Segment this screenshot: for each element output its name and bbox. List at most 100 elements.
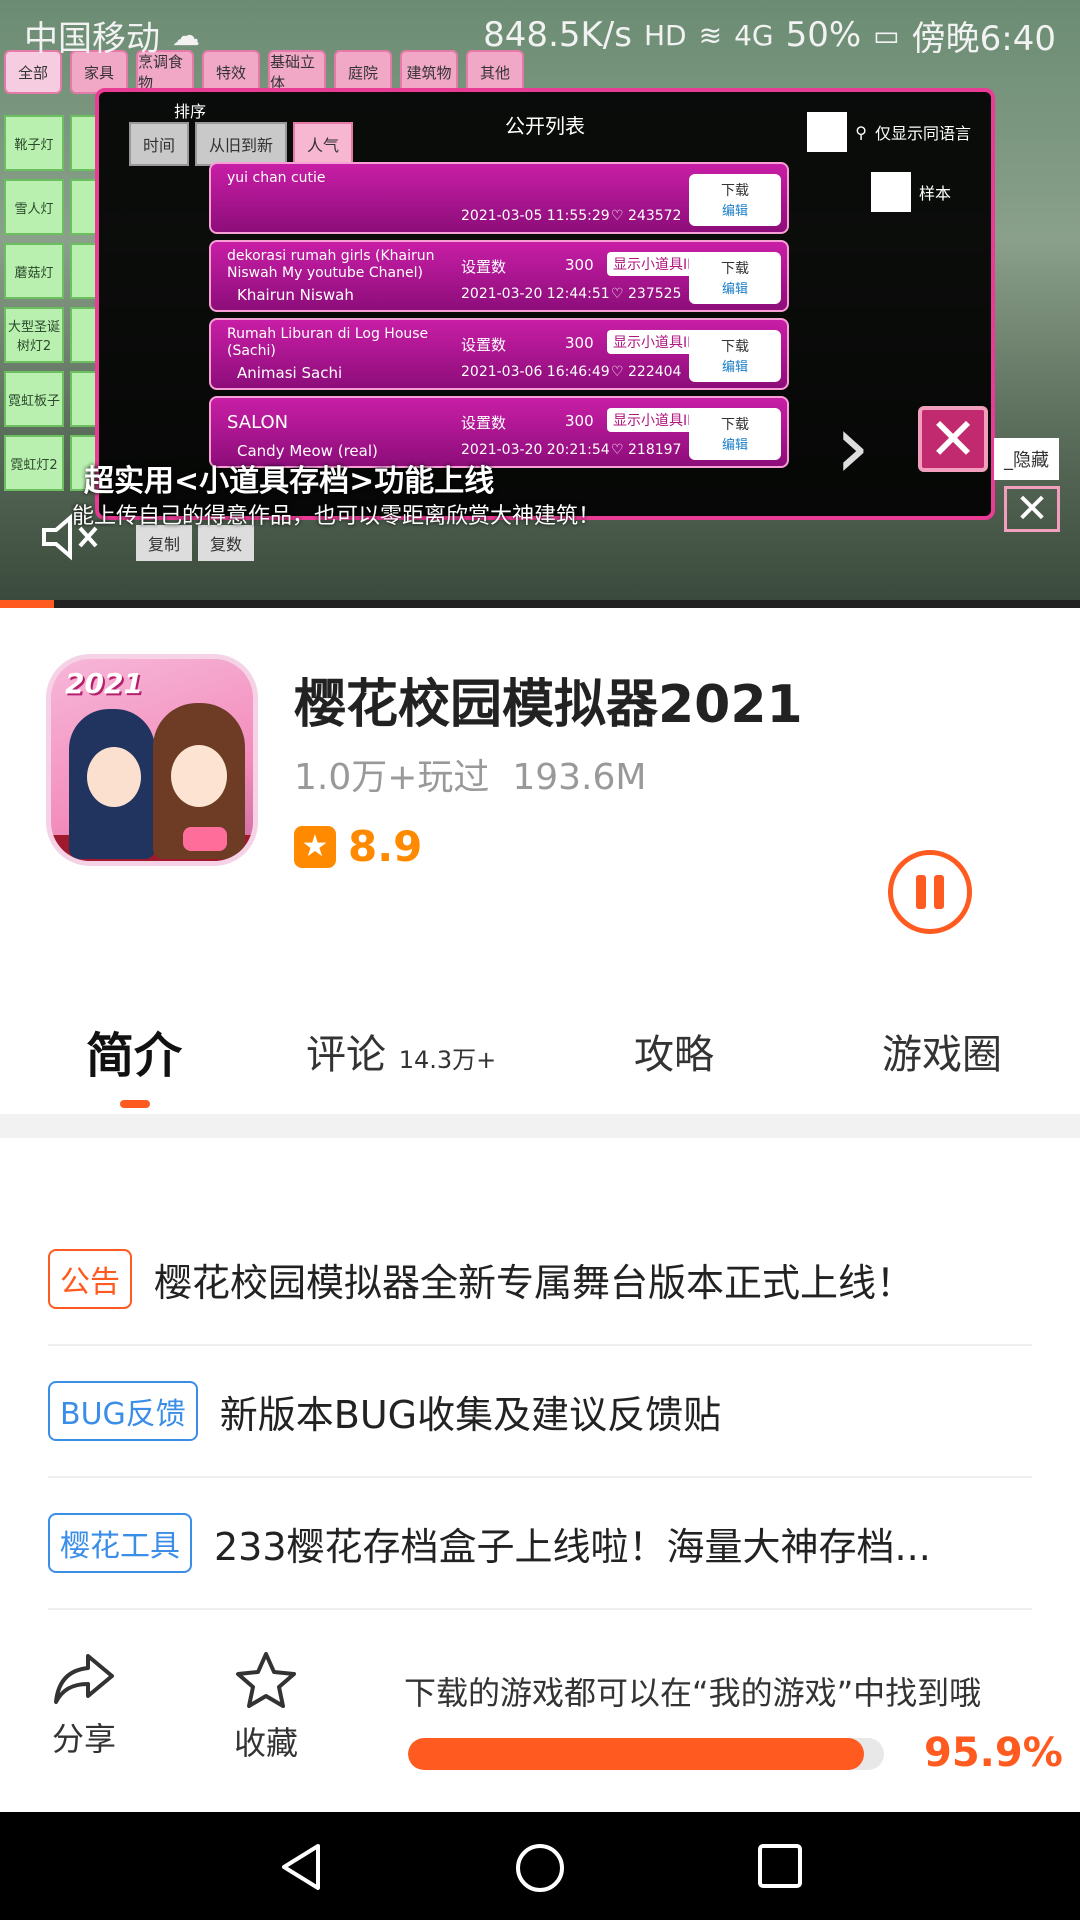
mute-icon[interactable]: [40, 512, 106, 566]
share-icon: [54, 1654, 114, 1704]
save-likes: ♡ 218197: [611, 442, 682, 458]
rating-score: 8.9: [348, 822, 423, 871]
download-progress-fill: [408, 1738, 865, 1770]
wifi-icon: ≋: [698, 18, 723, 52]
game-side-item: 靴子灯: [4, 115, 64, 171]
checkbox-icon: [870, 172, 911, 212]
recents-icon[interactable]: [756, 1842, 804, 1890]
chevron-right-icon: ›: [835, 395, 871, 498]
share-button[interactable]: 分享: [52, 1650, 116, 1760]
download-button: 下载 编辑: [689, 252, 781, 304]
announcement-item[interactable]: 樱花工具 233樱花存档盒子上线啦！海量大神存档...: [48, 1478, 1032, 1610]
download-percent: 95.9%: [924, 1730, 1063, 1776]
search-icon: ⚲: [855, 122, 867, 142]
cloud-icon: ☁: [172, 18, 200, 52]
app-size: 193.6M: [512, 757, 647, 798]
setting-count: 300: [565, 334, 594, 352]
download-label: 下载: [721, 339, 749, 355]
game-side-item: 大型圣诞树灯2: [4, 307, 64, 363]
setting-count-label: 设置数: [461, 336, 507, 354]
video-progress-bar[interactable]: [0, 600, 1080, 608]
favorite-label: 收藏: [234, 1724, 299, 1762]
tab-comments[interactable]: 评论 14.3万+: [306, 1022, 496, 1080]
video-progress-fill: [0, 600, 54, 608]
save-name: dekorasi rumah girls (Khairun Niswah My …: [227, 248, 435, 281]
save-likes: ♡ 222404: [611, 364, 682, 380]
tab-guides[interactable]: 攻略: [634, 1022, 714, 1080]
announcement-tag: 公告: [48, 1249, 132, 1309]
pause-download-button[interactable]: [888, 850, 972, 934]
save-author: Khairun Niswah: [237, 286, 354, 304]
play-count: 1.0万+玩过: [294, 757, 490, 798]
edit-label: 编辑: [721, 204, 748, 219]
video-player[interactable]: 中国移动 ☁ 848.5K/s HD ≋ 4G 50% ▭ 傍晚6:40 全部 …: [0, 0, 1080, 600]
tab-label: 游戏圈: [882, 1032, 1002, 1078]
announcement-text: 233樱花存档盒子上线啦！海量大神存档...: [214, 1524, 931, 1569]
edit-label: 编辑: [721, 360, 748, 375]
close-icon: ✕: [918, 405, 988, 473]
app-icon-art: [171, 745, 227, 807]
download-button: 下载 编辑: [689, 330, 781, 382]
announcement-tag: BUG反馈: [48, 1381, 198, 1441]
download-button: 下载 编辑: [689, 174, 781, 226]
tab-label: 简介: [86, 1028, 183, 1084]
save-date: 2021-03-05 11:55:29: [461, 208, 610, 224]
likes-count: 222404: [628, 364, 682, 380]
battery-level: 50%: [785, 15, 862, 55]
save-author: Animasi Sachi: [237, 364, 343, 382]
announcement-text: 樱花校园模拟器全新专属舞台版本正式上线！: [154, 1260, 915, 1305]
save-name: yui chan cutie: [227, 170, 326, 186]
section-divider: [0, 1114, 1080, 1138]
hd-icon: HD: [643, 18, 687, 52]
app-icon-art: [183, 827, 227, 851]
home-icon[interactable]: [514, 1842, 566, 1894]
app-icon-art: [87, 747, 141, 807]
edit-label: 编辑: [721, 282, 748, 297]
game-side-item: 霓虹灯2: [4, 435, 64, 491]
save-date: 2021-03-06 16:46:49: [461, 364, 610, 380]
comment-count: 14.3万+: [398, 1046, 497, 1074]
announcement-item[interactable]: BUG反馈 新版本BUG收集及建议反馈贴: [48, 1346, 1032, 1478]
back-icon[interactable]: [276, 1842, 326, 1892]
download-button: 下载 编辑: [689, 408, 781, 460]
app-name: 樱花校园模拟器2021: [294, 675, 803, 735]
carrier-label: 中国移动: [24, 18, 160, 59]
setting-count-label: 设置数: [461, 414, 507, 432]
save-list: yui chan cutie 2021-03-05 11:55:29 ♡ 243…: [209, 162, 789, 502]
hide-button: _隐藏: [994, 438, 1059, 480]
save-row: dekorasi rumah girls (Khairun Niswah My …: [209, 240, 789, 312]
game-side-item: 蘑菇灯: [4, 243, 64, 299]
star-icon: [236, 1652, 296, 1708]
announcement-text: 新版本BUG收集及建议反馈贴: [219, 1392, 722, 1437]
download-progress-bar[interactable]: [408, 1738, 884, 1770]
copy-button: 复数: [198, 525, 255, 561]
caption-title: 超实用<小道具存档>功能上线: [84, 464, 495, 499]
save-likes: ♡ 237525: [611, 286, 682, 302]
setting-count-label: 设置数: [461, 258, 507, 276]
lang-option-label: 仅显示同语言: [874, 124, 971, 143]
sample-option: 样本: [870, 172, 951, 212]
game-side-item: 雪人灯: [4, 179, 64, 235]
clock: 傍晚6:40: [911, 18, 1056, 59]
save-name: Rumah Liburan di Log House (Sachi): [227, 326, 429, 359]
pause-icon: [934, 875, 944, 909]
tab-intro[interactable]: 简介: [86, 1016, 182, 1086]
checkbox-icon: [807, 112, 848, 152]
download-label: 下载: [721, 261, 749, 277]
sample-option-label: 样本: [918, 184, 951, 203]
app-icon: 2021: [46, 654, 258, 866]
network-speed: 848.5K/s: [483, 15, 632, 55]
tab-label: 攻略: [634, 1032, 714, 1078]
share-label: 分享: [52, 1720, 117, 1758]
game-side-item: 霓虹板子: [4, 371, 64, 427]
likes-count: 237525: [628, 286, 682, 302]
likes-count: 218197: [628, 442, 682, 458]
save-date: 2021-03-20 12:44:51: [461, 286, 610, 302]
setting-count: 300: [565, 256, 594, 274]
favorite-button[interactable]: 收藏: [234, 1650, 298, 1764]
tab-game-circle[interactable]: 游戏圈: [882, 1022, 1002, 1080]
save-row: yui chan cutie 2021-03-05 11:55:29 ♡ 243…: [209, 162, 789, 234]
announcement-item[interactable]: 公告 樱花校园模拟器全新专属舞台版本正式上线！: [48, 1214, 1032, 1346]
caption-subtitle: 能上传自己的得意作品，也可以零距离欣赏大神建筑！: [72, 504, 601, 529]
close-icon: ✕: [1004, 486, 1060, 532]
